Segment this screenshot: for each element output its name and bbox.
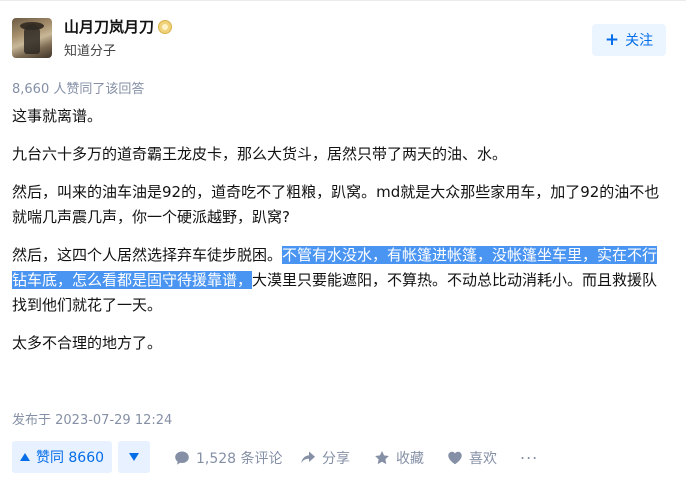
star-icon (375, 451, 389, 465)
favorite-button[interactable]: 收藏 (374, 448, 424, 468)
paragraph-4: 然后，这四个人居然选择弃车徒步脱困。不管有水没水，有帐篷进帐篷，没帐篷坐车里，实… (12, 243, 672, 318)
triangle-up-icon (19, 453, 30, 461)
share-icon (301, 451, 315, 464)
top-divider (0, 0, 686, 1)
share-button[interactable]: 分享 (300, 448, 350, 468)
more-button[interactable]: ... (520, 444, 538, 463)
avatar-figure-shape (24, 24, 40, 54)
paragraph-2: 九台六十多万的道奇霸王龙皮卡，那么大货斗，居然只带了两天的油、水。 (12, 145, 508, 163)
triangle-down-icon (129, 453, 139, 461)
heart-icon (448, 451, 462, 465)
vote-down-button[interactable] (118, 441, 150, 473)
like-button[interactable]: 喜欢 (447, 448, 497, 468)
plus-icon: + (604, 29, 620, 50)
paragraph-3: 然后，叫来的油车油是92的，道奇吃不了粗粮，趴窝。md就是大众那些家用车，加了9… (12, 183, 660, 226)
paragraph-1: 这事就离谱。 (12, 107, 103, 125)
comments-button[interactable]: 1,528 条评论 (174, 448, 283, 468)
favorite-label: 收藏 (396, 451, 424, 467)
voters-count: 8,660 人赞同了该回答 (12, 82, 145, 97)
badge-icon (158, 20, 172, 34)
follow-label: 关注 (625, 33, 654, 49)
paragraph-5: 太多不合理的地方了。 (12, 334, 163, 352)
more-icon: ... (520, 444, 539, 463)
answer-content: 这事就离谱。 九台六十多万的道奇霸王龙皮卡，那么大货斗，居然只带了两天的油、水。… (12, 104, 672, 369)
author-description: 知道分子 (64, 44, 117, 59)
publish-time[interactable]: 发布于 2023-07-29 12:24 (12, 409, 172, 428)
avatar[interactable] (12, 18, 52, 58)
share-label: 分享 (322, 451, 350, 467)
vote-up-label: 赞同 8660 (35, 450, 105, 466)
comments-label: 1,528 条评论 (196, 451, 283, 467)
comment-icon (175, 451, 189, 465)
follow-button[interactable]: + 关注 (592, 24, 666, 56)
author-name[interactable]: 山月刀岚月刀 (64, 16, 154, 37)
vote-up-button[interactable]: 赞同 8660 (12, 441, 112, 473)
paragraph-4-start: 然后，这四个人居然选择弃车徒步脱困。 (12, 246, 283, 264)
like-label: 喜欢 (469, 451, 497, 467)
